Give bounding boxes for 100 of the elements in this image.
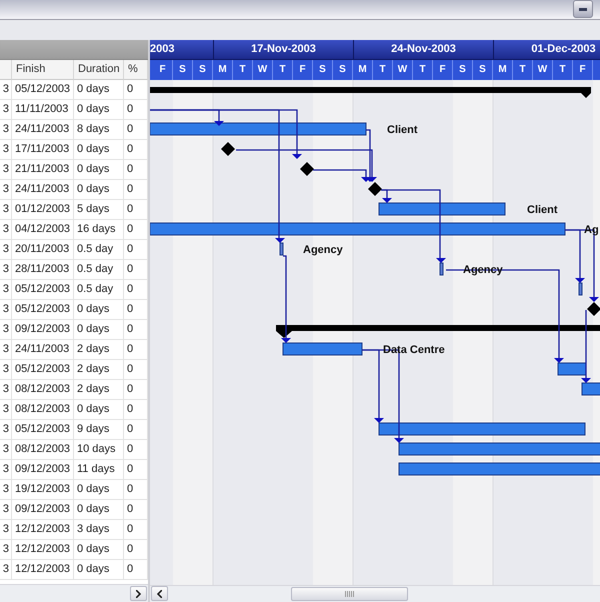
- week-header: 2003: [150, 42, 176, 57]
- table-cell: 0: [124, 520, 148, 540]
- bar-label: Client: [387, 124, 418, 136]
- table-cell: 20/11/2003: [12, 240, 74, 260]
- table-cell: 0: [124, 120, 148, 140]
- table-cell: 0: [124, 400, 148, 420]
- table-cell: 0 days: [74, 500, 124, 520]
- day-header: T: [273, 60, 293, 80]
- scroll-left-button[interactable]: [151, 586, 168, 602]
- table-cell: 09/12/2003: [12, 460, 74, 480]
- day-header: T: [373, 60, 393, 80]
- table-cell: 08/12/2003: [12, 380, 74, 400]
- table-cell: 24/11/2003: [12, 340, 74, 360]
- table-cell: 0.5 day: [74, 260, 124, 280]
- column-header[interactable]: %: [124, 60, 148, 80]
- table-cell: 09/12/2003: [12, 500, 74, 520]
- milestone-diamond[interactable]: [221, 142, 235, 156]
- table-cell: 3: [0, 200, 12, 220]
- table-cell: 05/12/2003: [12, 360, 74, 380]
- day-header: M: [213, 60, 233, 80]
- table-cell: 0 days: [74, 400, 124, 420]
- table-cell: 09/12/2003: [12, 320, 74, 340]
- task-bar[interactable]: [378, 422, 586, 436]
- table-cell: 3: [0, 360, 12, 380]
- table-cell: 0: [124, 460, 148, 480]
- scroll-right-button[interactable]: [130, 586, 147, 601]
- table-cell: 3: [0, 500, 12, 520]
- table-cell: 2 days: [74, 340, 124, 360]
- task-bar[interactable]: [150, 222, 566, 236]
- day-header: F: [573, 60, 593, 80]
- table-cell: 0: [124, 180, 148, 200]
- table-cell: 3: [0, 140, 12, 160]
- table-cell: 3: [0, 300, 12, 320]
- milestone-diamond[interactable]: [587, 302, 600, 316]
- table-cell: 08/12/2003: [12, 440, 74, 460]
- table-cell: 3: [0, 260, 12, 280]
- table-cell: 0 days: [74, 140, 124, 160]
- table-cell: 08/12/2003: [12, 400, 74, 420]
- week-header: 01-Dec-2003: [493, 40, 600, 60]
- week-header: 17-Nov-2003: [213, 40, 353, 60]
- table-cell: 0 days: [74, 560, 124, 580]
- table-cell: 3: [0, 520, 12, 540]
- horizontal-scrollbar[interactable]: [150, 584, 600, 602]
- table-cell: 01/12/2003: [12, 200, 74, 220]
- table-cell: 0: [124, 360, 148, 380]
- table-cell: 0: [124, 380, 148, 400]
- table-cell: 0 days: [74, 180, 124, 200]
- table-cell: 0: [124, 260, 148, 280]
- day-header: W: [533, 60, 553, 80]
- table-cell: 2 days: [74, 380, 124, 400]
- day-header: F: [153, 60, 173, 80]
- day-header: T: [553, 60, 573, 80]
- table-cell: 3: [0, 120, 12, 140]
- task-bar[interactable]: [150, 122, 366, 136]
- table-cell: 3: [0, 540, 12, 560]
- week-header: 24-Nov-2003: [353, 40, 493, 60]
- table-cell: 0 days: [74, 160, 124, 180]
- table-cell: 24/11/2003: [12, 180, 74, 200]
- column-header[interactable]: Finish: [12, 60, 74, 80]
- chevron-left-icon: [157, 590, 162, 598]
- task-bar[interactable]: [378, 202, 506, 216]
- table-cell: 3: [0, 180, 12, 200]
- table-cell: 9 days: [74, 420, 124, 440]
- table-cell: 3: [0, 420, 12, 440]
- table-cell: 05/12/2003: [12, 300, 74, 320]
- table-cell: 3: [0, 240, 12, 260]
- milestone-diamond[interactable]: [368, 182, 382, 196]
- table-cell: 3: [0, 80, 12, 100]
- table-cell: 3: [0, 560, 12, 580]
- task-bar[interactable]: [582, 382, 600, 396]
- scrollbar-thumb[interactable]: [291, 586, 408, 601]
- task-bar[interactable]: [398, 442, 600, 456]
- table-cell: 3: [0, 460, 12, 480]
- table-cell: 3: [0, 320, 12, 340]
- grip-icon: [345, 590, 354, 597]
- table-cell: 11 days: [74, 460, 124, 480]
- table-cell: 0: [124, 300, 148, 320]
- column-header[interactable]: Duration: [74, 60, 124, 80]
- day-header: F: [293, 60, 313, 80]
- table-cell: 12/12/2003: [12, 560, 74, 580]
- task-bar[interactable]: [558, 362, 586, 376]
- task-bar[interactable]: [398, 462, 600, 476]
- table-cell: 0: [124, 160, 148, 180]
- table-cell: 0: [124, 320, 148, 340]
- minimize-button[interactable]: [573, 0, 593, 18]
- table-cell: 12/12/2003: [12, 520, 74, 540]
- table-cell: 0 days: [74, 480, 124, 500]
- horizontal-scrollbar[interactable]: [0, 584, 148, 602]
- table-cell: 3: [0, 100, 12, 120]
- table-cell: 21/11/2003: [12, 160, 74, 180]
- table-cell: 0: [124, 280, 148, 300]
- table-cell: 17/11/2003: [12, 140, 74, 160]
- task-bar[interactable]: [282, 342, 362, 356]
- table-cell: 24/11/2003: [12, 120, 74, 140]
- table-cell: 3: [0, 380, 12, 400]
- table-cell: 10 days: [74, 440, 124, 460]
- day-header: W: [393, 60, 413, 80]
- table-cell: 0.5 day: [74, 240, 124, 260]
- short-task-bar[interactable]: [280, 242, 284, 256]
- table-cell: 0: [124, 240, 148, 260]
